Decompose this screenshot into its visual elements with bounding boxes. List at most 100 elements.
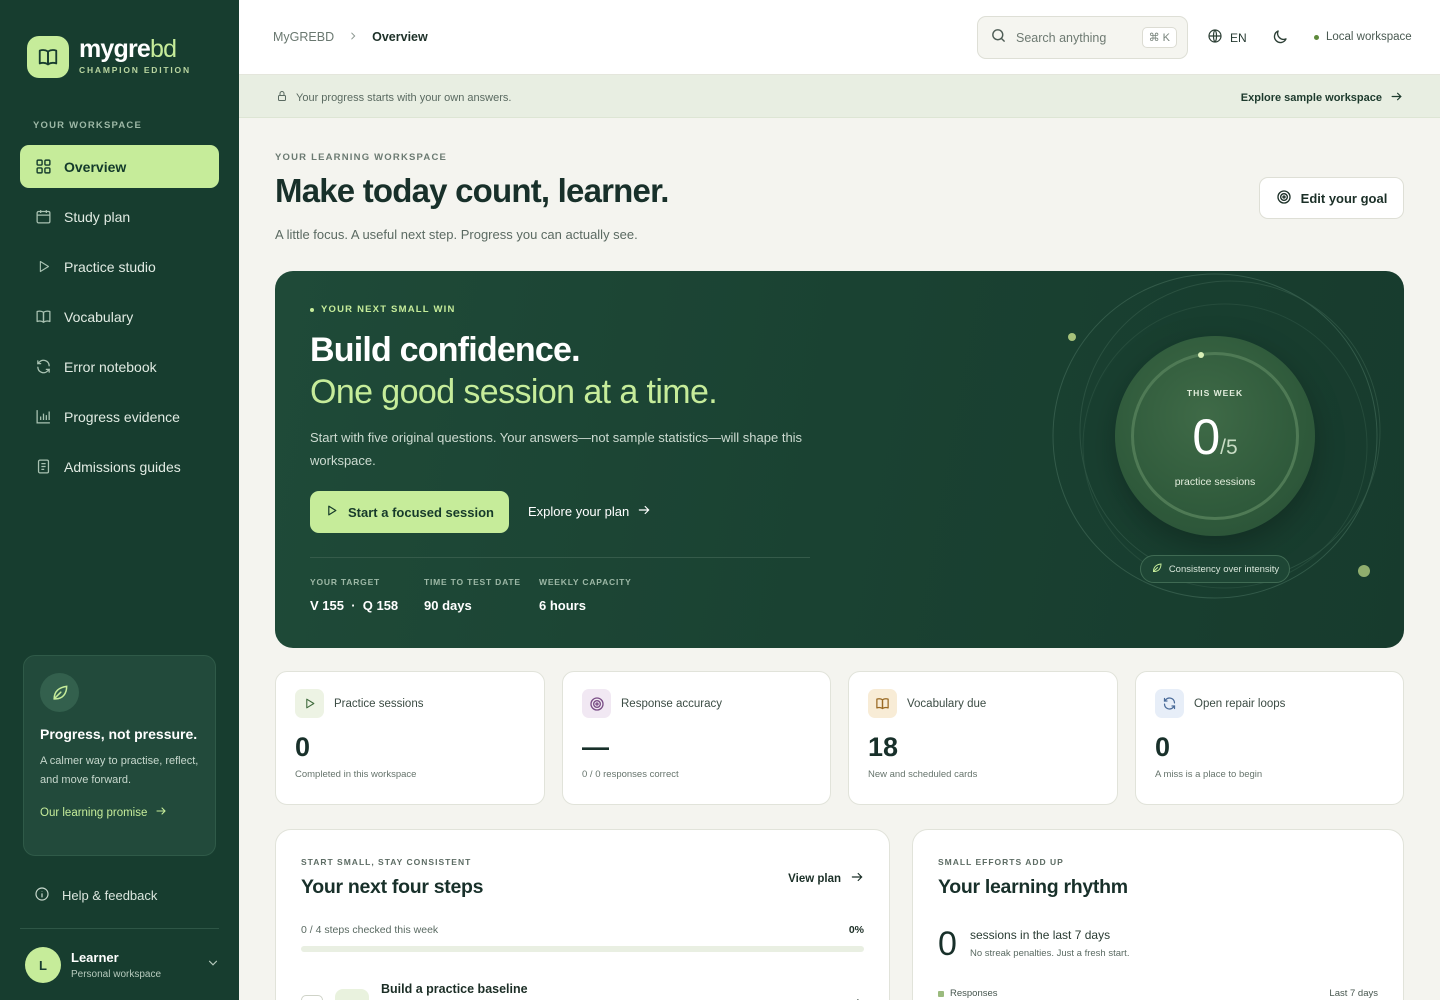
ring-label: THIS WEEK [1186, 388, 1244, 398]
stat-sub: Completed in this workspace [295, 769, 417, 780]
stat-value: 0 [295, 732, 311, 762]
refresh-icon [1155, 689, 1184, 718]
page-eyebrow: YOUR LEARNING WORKSPACE [275, 152, 448, 163]
user-workspace: Personal workspace [71, 969, 162, 980]
search-icon [990, 27, 1007, 49]
topbar: MyGREBD Overview Search anything ⌘ K EN … [239, 0, 1440, 75]
language-switcher[interactable]: EN [1207, 28, 1247, 47]
bullet-dot [310, 307, 314, 312]
hero-body: Start with five original questions. Your… [310, 430, 803, 468]
chart-range: Last 7 days [1329, 988, 1378, 999]
stat-card-response-accuracy[interactable]: Response accuracy — 0 / 0 responses corr… [562, 671, 831, 805]
arrow-right-icon [155, 805, 167, 820]
open-book-icon [27, 36, 69, 78]
stat-card-open-repair-loops[interactable]: Open repair loops 0 A miss is a place to… [1135, 671, 1404, 805]
play-icon [295, 689, 324, 718]
step-checkbox[interactable] [301, 995, 323, 1000]
sidebar-item-label: Admissions guides [64, 458, 181, 475]
page-subtitle: A little focus. A useful next step. Prog… [275, 227, 638, 242]
edit-goal-button[interactable]: Edit your goal [1259, 177, 1404, 219]
sidebar: mygrebd CHAMPION EDITION YOUR WORKSPACE … [0, 0, 239, 1000]
sidebar-item-label: Study plan [64, 208, 131, 225]
sidebar-item-vocabulary[interactable]: Vocabulary [20, 295, 219, 338]
arrow-right-icon [637, 503, 651, 520]
breadcrumb-current: Overview [372, 30, 428, 44]
panel-title: Your next four steps [301, 876, 484, 898]
learning-promise-link[interactable]: Our learning promise [40, 805, 199, 820]
breadcrumb-root[interactable]: MyGREBD [273, 30, 334, 44]
steps-progress-label: 0 / 4 steps checked this week [301, 924, 439, 936]
brand-logo[interactable]: mygrebd CHAMPION EDITION [27, 36, 191, 78]
start-session-button[interactable]: Start a focused session [310, 491, 509, 533]
promise-body: A calmer way to practise, reflect, and m… [40, 755, 199, 786]
learning-rhythm-panel: SMALL EFFORTS ADD UP Your learning rhyth… [912, 829, 1404, 1000]
grid-icon [34, 158, 52, 176]
sidebar-item-practice-studio[interactable]: Practice studio [20, 245, 219, 288]
search-shortcut: ⌘ K [1141, 27, 1177, 48]
sidebar-item-label: Overview [64, 158, 127, 175]
step-title: Build a practice baseline [381, 982, 528, 996]
refresh-icon [34, 358, 52, 376]
stat-value: — [582, 732, 609, 762]
chevron-down-icon [206, 956, 220, 975]
hero-eyebrow: YOUR NEXT SMALL WIN [310, 304, 456, 315]
sidebar-item-progress-evidence[interactable]: Progress evidence [20, 395, 219, 438]
book-icon [34, 308, 52, 326]
lock-icon [276, 90, 288, 105]
progress-ring-marker [1198, 352, 1204, 358]
sidebar-nav: Overview Study plan Practice studio Voca… [20, 145, 219, 495]
sessions-count: 0 [938, 925, 957, 963]
metric-time-to-test: TIME TO TEST DATE 90 days [424, 577, 521, 613]
next-steps-panel: START SMALL, STAY CONSISTENT Your next f… [275, 829, 890, 1000]
steps-progress-percent: 0% [848, 924, 864, 936]
info-icon [34, 886, 50, 905]
document-icon [34, 458, 52, 476]
globe-icon [1207, 28, 1223, 47]
panel-eyebrow: SMALL EFFORTS ADD UP [938, 857, 1064, 867]
stat-card-practice-sessions[interactable]: Practice sessions 0 Completed in this wo… [275, 671, 545, 805]
stat-sub: New and scheduled cards [868, 769, 978, 780]
leaf-icon [1151, 562, 1163, 577]
sidebar-item-error-notebook[interactable]: Error notebook [20, 345, 219, 388]
consistency-pill: Consistency over intensity [1140, 555, 1290, 583]
stat-sub: 0 / 0 responses correct [582, 769, 679, 780]
breadcrumb: MyGREBD Overview [273, 30, 428, 44]
arrow-right-icon [850, 870, 864, 887]
dark-mode-toggle[interactable] [1271, 28, 1289, 51]
play-icon [335, 989, 369, 1000]
sidebar-item-overview[interactable]: Overview [20, 145, 219, 188]
stat-value: 18 [868, 732, 899, 762]
sidebar-divider [20, 928, 219, 929]
metric-target: YOUR TARGET V 155 · Q 158 [310, 577, 399, 613]
brand-name: mygrebd [79, 35, 177, 63]
user-menu[interactable]: L Learner Personal workspace [25, 946, 220, 984]
target-icon [1276, 189, 1292, 208]
target-icon [582, 689, 611, 718]
avatar: L [25, 947, 61, 983]
list-item[interactable]: Build a practice baseline [301, 982, 864, 1000]
help-feedback-link[interactable]: Help & feedback [34, 886, 157, 905]
search-input[interactable]: Search anything ⌘ K [977, 16, 1188, 59]
workspace-status: Local workspace [1314, 31, 1412, 43]
sidebar-item-label: Progress evidence [64, 408, 180, 425]
explore-plan-link[interactable]: Explore your plan [528, 503, 651, 520]
stat-card-vocabulary-due[interactable]: Vocabulary due 18 New and scheduled card… [848, 671, 1118, 805]
sidebar-item-admissions-guides[interactable]: Admissions guides [20, 445, 219, 488]
sessions-note: No streak penalties. Just a fresh start. [970, 948, 1130, 959]
moon-icon [1271, 30, 1289, 50]
metric-weekly-capacity: WEEKLY CAPACITY 6 hours [539, 577, 632, 613]
sidebar-item-label: Practice studio [64, 258, 156, 275]
view-plan-link[interactable]: View plan [788, 870, 864, 887]
sidebar-item-label: Vocabulary [64, 308, 134, 325]
sidebar-section-label: YOUR WORKSPACE [33, 120, 142, 131]
stat-sub: A miss is a place to begin [1155, 769, 1263, 780]
explore-sample-link[interactable]: Explore sample workspace [1241, 90, 1403, 106]
leaf-icon [40, 673, 79, 712]
ring-caption: practice sessions [1174, 476, 1256, 488]
sidebar-item-study-plan[interactable]: Study plan [20, 195, 219, 238]
search-placeholder: Search anything [1016, 30, 1107, 45]
user-name: Learner [71, 950, 119, 965]
page-title: Make today count, learner. [275, 172, 669, 209]
hero-divider [310, 557, 810, 558]
hero-title: Build confidence. [310, 331, 581, 369]
